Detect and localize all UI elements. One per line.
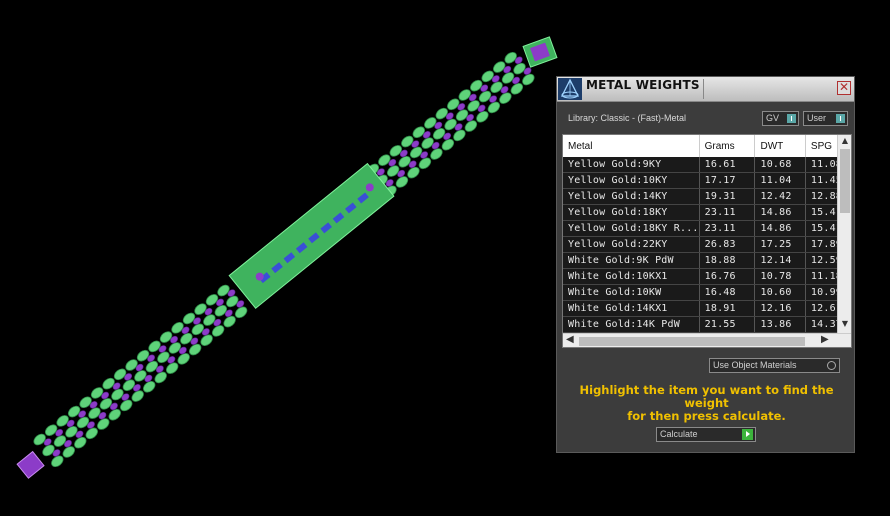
user-toggle[interactable]: User bbox=[803, 111, 848, 126]
titlebar-divider bbox=[703, 79, 704, 99]
table-row[interactable]: Yellow Gold:10KY 17.17 11.04 11.45 bbox=[563, 172, 851, 189]
cell-grams: 16.48 bbox=[699, 284, 756, 301]
column-header-metal[interactable]: Metal bbox=[563, 135, 700, 157]
horizontal-scroll-thumb[interactable] bbox=[579, 337, 805, 346]
cell-grams: 21.55 bbox=[699, 316, 756, 333]
instruction-line-2: for then press calculate. bbox=[627, 409, 786, 423]
scroll-up-icon[interactable]: ▲ bbox=[838, 136, 851, 145]
scroll-right-icon[interactable]: ▶ bbox=[821, 334, 829, 345]
plate-rivet bbox=[255, 272, 264, 281]
scroll-down-icon[interactable]: ▼ bbox=[838, 319, 851, 328]
cell-metal: Yellow Gold:18KY R... bbox=[563, 220, 700, 237]
cell-metal: White Gold:9K PdW bbox=[563, 252, 700, 269]
user-toggle-label: User bbox=[807, 113, 827, 123]
horizontal-scrollbar[interactable]: ◀ ▶ bbox=[563, 333, 851, 347]
cell-dwt: 12.16 bbox=[754, 300, 806, 317]
vertical-scrollbar[interactable]: ▲ ▼ bbox=[837, 135, 851, 333]
column-header-grams[interactable]: Grams bbox=[699, 135, 756, 157]
toggle-indicator-icon bbox=[836, 114, 845, 123]
table-row[interactable]: Yellow Gold:18KY 23.11 14.86 15.41 bbox=[563, 204, 851, 221]
panel-title: METAL WEIGHTS bbox=[586, 78, 700, 92]
plate-rivet bbox=[365, 183, 374, 192]
library-label: Library: Classic - (Fast)-Metal bbox=[568, 113, 687, 123]
cell-dwt: 11.04 bbox=[754, 172, 806, 189]
table-row[interactable]: Yellow Gold:18KY R... 23.11 14.86 15.41 bbox=[563, 220, 851, 237]
gv-toggle[interactable]: GV bbox=[762, 111, 799, 126]
use-object-materials-label: Use Object Materials bbox=[713, 360, 797, 370]
cell-dwt: 14.86 bbox=[754, 204, 806, 221]
cell-dwt: 12.42 bbox=[754, 188, 806, 205]
column-header-dwt[interactable]: DWT bbox=[754, 135, 806, 157]
table-row[interactable]: White Gold:9K PdW 18.88 12.14 12.59 bbox=[563, 252, 851, 269]
cell-metal: White Gold:10KW bbox=[563, 284, 700, 301]
cell-grams: 16.76 bbox=[699, 268, 756, 285]
cell-dwt: 13.86 bbox=[754, 316, 806, 333]
cell-grams: 19.31 bbox=[699, 188, 756, 205]
table-row[interactable]: White Gold:10KX1 16.76 10.78 11.18 bbox=[563, 268, 851, 285]
flask-icon bbox=[558, 78, 582, 100]
instruction-line-1: Highlight the item you want to find the … bbox=[579, 383, 834, 410]
scroll-left-icon[interactable]: ◀ bbox=[566, 334, 574, 345]
cell-dwt: 10.60 bbox=[754, 284, 806, 301]
play-arrow-icon bbox=[742, 429, 753, 440]
cell-dwt: 17.25 bbox=[754, 236, 806, 253]
clasp-end bbox=[16, 450, 45, 479]
cell-dwt: 10.78 bbox=[754, 268, 806, 285]
toggle-indicator-icon bbox=[787, 114, 796, 123]
table-row[interactable]: Yellow Gold:9KY 16.61 10.68 11.08 bbox=[563, 157, 851, 173]
cell-grams: 17.17 bbox=[699, 172, 756, 189]
cell-metal: Yellow Gold:22KY bbox=[563, 236, 700, 253]
cell-metal: Yellow Gold:18KY bbox=[563, 204, 700, 221]
radio-circle-icon bbox=[827, 361, 836, 370]
cell-metal: White Gold:10KX1 bbox=[563, 268, 700, 285]
cell-dwt: 10.68 bbox=[754, 157, 806, 173]
cell-dwt: 14.86 bbox=[754, 220, 806, 237]
table-row[interactable]: White Gold:14K PdW 21.55 13.86 14.37 bbox=[563, 316, 851, 333]
metal-table: Metal Grams DWT SPG Yellow Gold:9KY 16.61… bbox=[562, 134, 852, 348]
cell-metal: White Gold:14K PdW bbox=[563, 316, 700, 333]
cell-grams: 18.91 bbox=[699, 300, 756, 317]
table-row[interactable]: Yellow Gold:22KY 26.83 17.25 17.89 bbox=[563, 236, 851, 253]
cell-grams: 23.11 bbox=[699, 220, 756, 237]
vertical-scroll-thumb[interactable] bbox=[840, 149, 850, 213]
cell-grams: 16.61 bbox=[699, 157, 756, 173]
cell-grams: 26.83 bbox=[699, 236, 756, 253]
gv-toggle-label: GV bbox=[766, 113, 780, 123]
cell-metal: Yellow Gold:14KY bbox=[563, 188, 700, 205]
cell-metal: Yellow Gold:9KY bbox=[563, 157, 700, 173]
calculate-button[interactable]: Calculate bbox=[656, 427, 756, 442]
calculate-label: Calculate bbox=[660, 429, 698, 439]
cell-grams: 18.88 bbox=[699, 252, 756, 269]
table-row[interactable]: Yellow Gold:14KY 19.31 12.42 12.88 bbox=[563, 188, 851, 205]
table-row[interactable]: White Gold:10KW 16.48 10.60 10.99 bbox=[563, 284, 851, 301]
panel-titlebar[interactable]: METAL WEIGHTS ✕ bbox=[557, 77, 854, 102]
cell-grams: 23.11 bbox=[699, 204, 756, 221]
metal-weights-panel: METAL WEIGHTS ✕ Library: Classic - (Fast… bbox=[556, 76, 855, 453]
table-row[interactable]: White Gold:14KX1 18.91 12.16 12.61 bbox=[563, 300, 851, 317]
cell-metal: Yellow Gold:10KY bbox=[563, 172, 700, 189]
instruction-text: Highlight the item you want to find the … bbox=[567, 384, 846, 423]
use-object-materials-toggle[interactable]: Use Object Materials bbox=[709, 358, 840, 373]
close-button[interactable]: ✕ bbox=[837, 81, 851, 95]
cell-metal: White Gold:14KX1 bbox=[563, 300, 700, 317]
cell-dwt: 12.14 bbox=[754, 252, 806, 269]
